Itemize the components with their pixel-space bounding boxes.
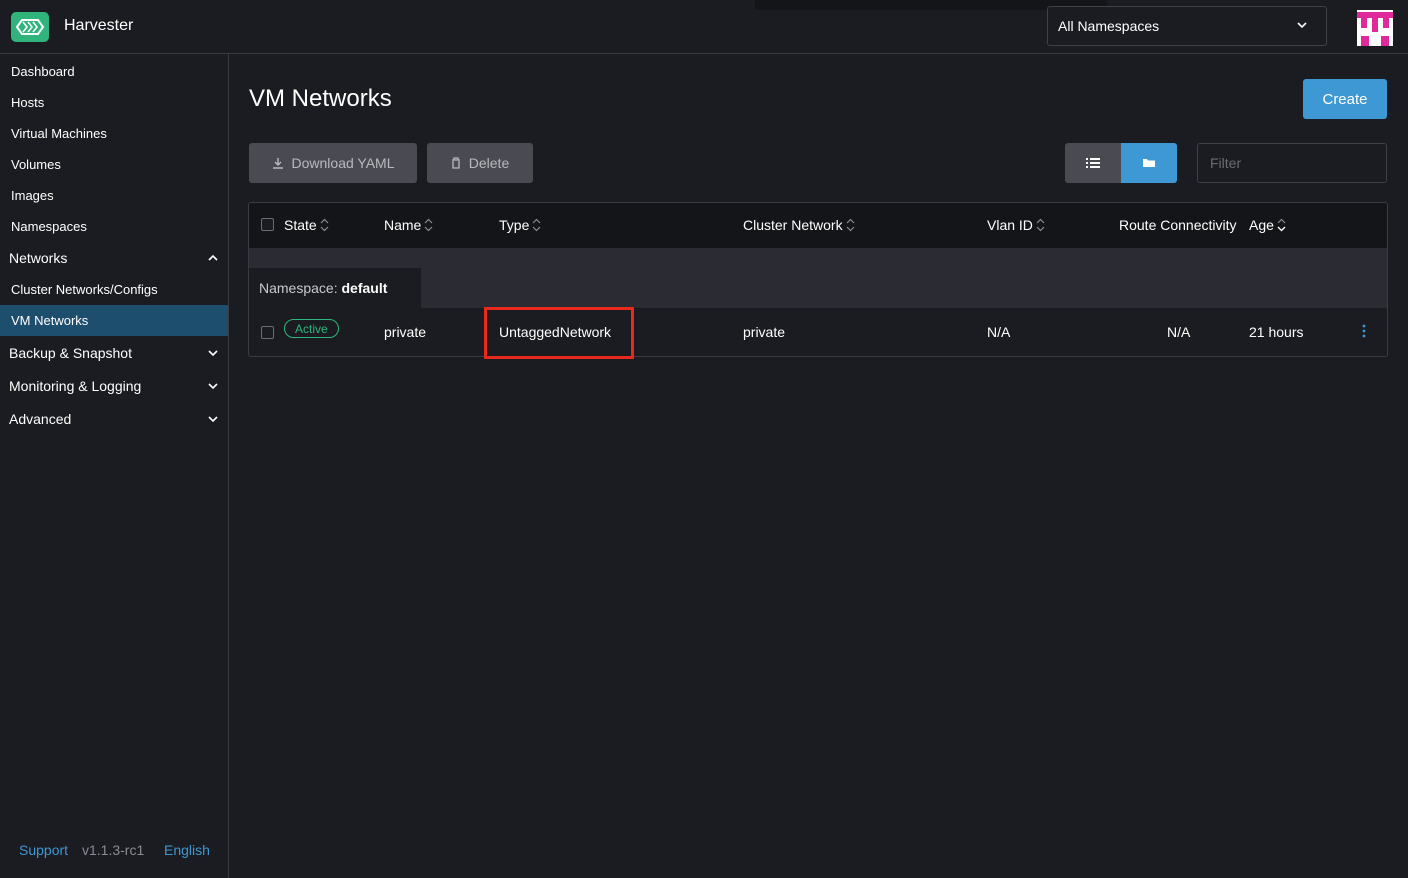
column-header-age[interactable]: Age	[1249, 217, 1286, 233]
column-header-state[interactable]: State	[284, 217, 329, 233]
chevron-down-icon	[1297, 22, 1307, 29]
group-tab-corner	[389, 268, 421, 308]
select-all-checkbox[interactable]	[261, 218, 274, 231]
chevron-down-icon	[208, 383, 218, 390]
top-header: Harvester All Namespaces	[0, 0, 1408, 54]
column-header-name[interactable]: Name	[384, 217, 433, 233]
table-row: Active private UntaggedNetwork private N…	[249, 308, 1387, 356]
create-button-label: Create	[1322, 90, 1368, 108]
download-icon	[272, 158, 283, 169]
trash-icon	[451, 157, 460, 169]
more-actions-icon[interactable]	[1362, 324, 1366, 338]
chevron-down-icon	[208, 350, 218, 357]
sidebar-item-cluster-networks[interactable]: Cluster Networks/Configs	[0, 274, 228, 305]
column-header-label: Route Connectivity	[1119, 217, 1237, 233]
chevron-down-icon	[208, 416, 218, 423]
sidebar: Dashboard Hosts Virtual Machines Volumes…	[0, 54, 229, 878]
sidebar-footer: Support v1.1.3-rc1 English	[0, 842, 228, 862]
sidebar-item-virtual-machines[interactable]: Virtual Machines	[0, 118, 228, 149]
namespace-group-label: Namespace: default	[259, 280, 387, 296]
sidebar-item-label: Images	[11, 188, 54, 203]
status-badge: Active	[284, 319, 339, 338]
sort-icon	[846, 218, 855, 232]
sort-icon	[1036, 218, 1045, 232]
sort-icon	[320, 218, 329, 232]
row-checkbox[interactable]	[261, 326, 274, 339]
sidebar-group-networks[interactable]: Networks	[0, 242, 228, 274]
harvester-logo-icon[interactable]	[11, 12, 49, 42]
sidebar-item-label: Volumes	[11, 157, 61, 172]
group-row: Namespace: default	[249, 248, 1387, 308]
vm-networks-table: State Name Type Cluster Network Vlan ID …	[248, 202, 1388, 357]
column-header-label: State	[284, 217, 317, 233]
column-header-cluster-network[interactable]: Cluster Network	[743, 217, 855, 233]
column-header-label: Vlan ID	[987, 217, 1033, 233]
create-button[interactable]: Create	[1303, 79, 1387, 119]
column-header-label: Type	[499, 217, 530, 233]
sidebar-item-dashboard[interactable]: Dashboard	[0, 56, 228, 87]
column-header-type[interactable]: Type	[499, 217, 541, 233]
sidebar-group-backup[interactable]: Backup & Snapshot	[0, 337, 228, 369]
cluster-network: private	[743, 324, 786, 340]
column-header-label: Age	[1249, 217, 1274, 233]
app-title: Harvester	[64, 17, 134, 34]
delete-button[interactable]: Delete	[427, 143, 533, 183]
sidebar-item-label: Virtual Machines	[11, 126, 107, 141]
sidebar-item-label: Namespaces	[11, 219, 87, 234]
age: 21 hours	[1249, 324, 1304, 340]
filter-input[interactable]	[1197, 143, 1387, 183]
sidebar-group-advanced[interactable]: Advanced	[0, 403, 228, 435]
version-label: v1.1.3-rc1	[82, 842, 145, 858]
table-header: State Name Type Cluster Network Vlan ID …	[249, 203, 1387, 249]
list-view-toggle[interactable]	[1065, 143, 1121, 183]
column-header-label: Cluster Network	[743, 217, 843, 233]
sidebar-item-label: Hosts	[11, 95, 45, 110]
sort-icon	[532, 218, 541, 232]
sort-icon	[424, 218, 433, 232]
user-avatar[interactable]	[1357, 10, 1393, 46]
sidebar-group-label: Backup & Snapshot	[9, 345, 132, 361]
page-title: VM Networks	[249, 85, 392, 112]
download-yaml-button[interactable]: Download YAML	[249, 143, 417, 183]
column-header-route-connectivity[interactable]: Route Connectivity	[1119, 217, 1237, 233]
sort-icon	[1277, 218, 1286, 232]
group-name: default	[341, 280, 388, 296]
download-yaml-label: Download YAML	[291, 155, 395, 171]
namespace-select[interactable]: All Namespaces	[1047, 6, 1327, 46]
folder-icon	[1143, 159, 1155, 167]
sidebar-item-volumes[interactable]: Volumes	[0, 149, 228, 180]
sidebar-group-label: Advanced	[9, 411, 72, 427]
support-link[interactable]: Support	[19, 842, 68, 858]
list-icon	[1086, 158, 1100, 168]
sidebar-item-vm-networks[interactable]: VM Networks	[0, 305, 228, 336]
network-type: UntaggedNetwork	[499, 324, 612, 340]
sidebar-item-label: VM Networks	[11, 313, 89, 328]
column-header-label: Name	[384, 217, 422, 233]
sidebar-item-label: Cluster Networks/Configs	[11, 282, 158, 297]
sidebar-item-hosts[interactable]: Hosts	[0, 87, 228, 118]
sidebar-group-label: Networks	[9, 250, 68, 266]
namespace-select-label: All Namespaces	[1058, 18, 1160, 34]
column-header-vlan-id[interactable]: Vlan ID	[987, 217, 1045, 233]
network-name-link[interactable]: private	[384, 324, 426, 340]
folder-view-toggle[interactable]	[1121, 143, 1177, 183]
group-prefix: Namespace:	[259, 280, 338, 296]
delete-label: Delete	[468, 155, 510, 171]
sidebar-group-label: Monitoring & Logging	[9, 378, 142, 394]
vlan-id: N/A	[987, 324, 1011, 340]
sidebar-item-namespaces[interactable]: Namespaces	[0, 211, 228, 242]
sidebar-group-monitoring[interactable]: Monitoring & Logging	[0, 370, 228, 402]
sidebar-item-images[interactable]: Images	[0, 180, 228, 211]
language-link[interactable]: English	[164, 842, 210, 858]
chevron-up-icon	[208, 254, 218, 261]
route-connectivity: N/A	[1167, 324, 1191, 340]
sidebar-item-label: Dashboard	[11, 64, 75, 79]
